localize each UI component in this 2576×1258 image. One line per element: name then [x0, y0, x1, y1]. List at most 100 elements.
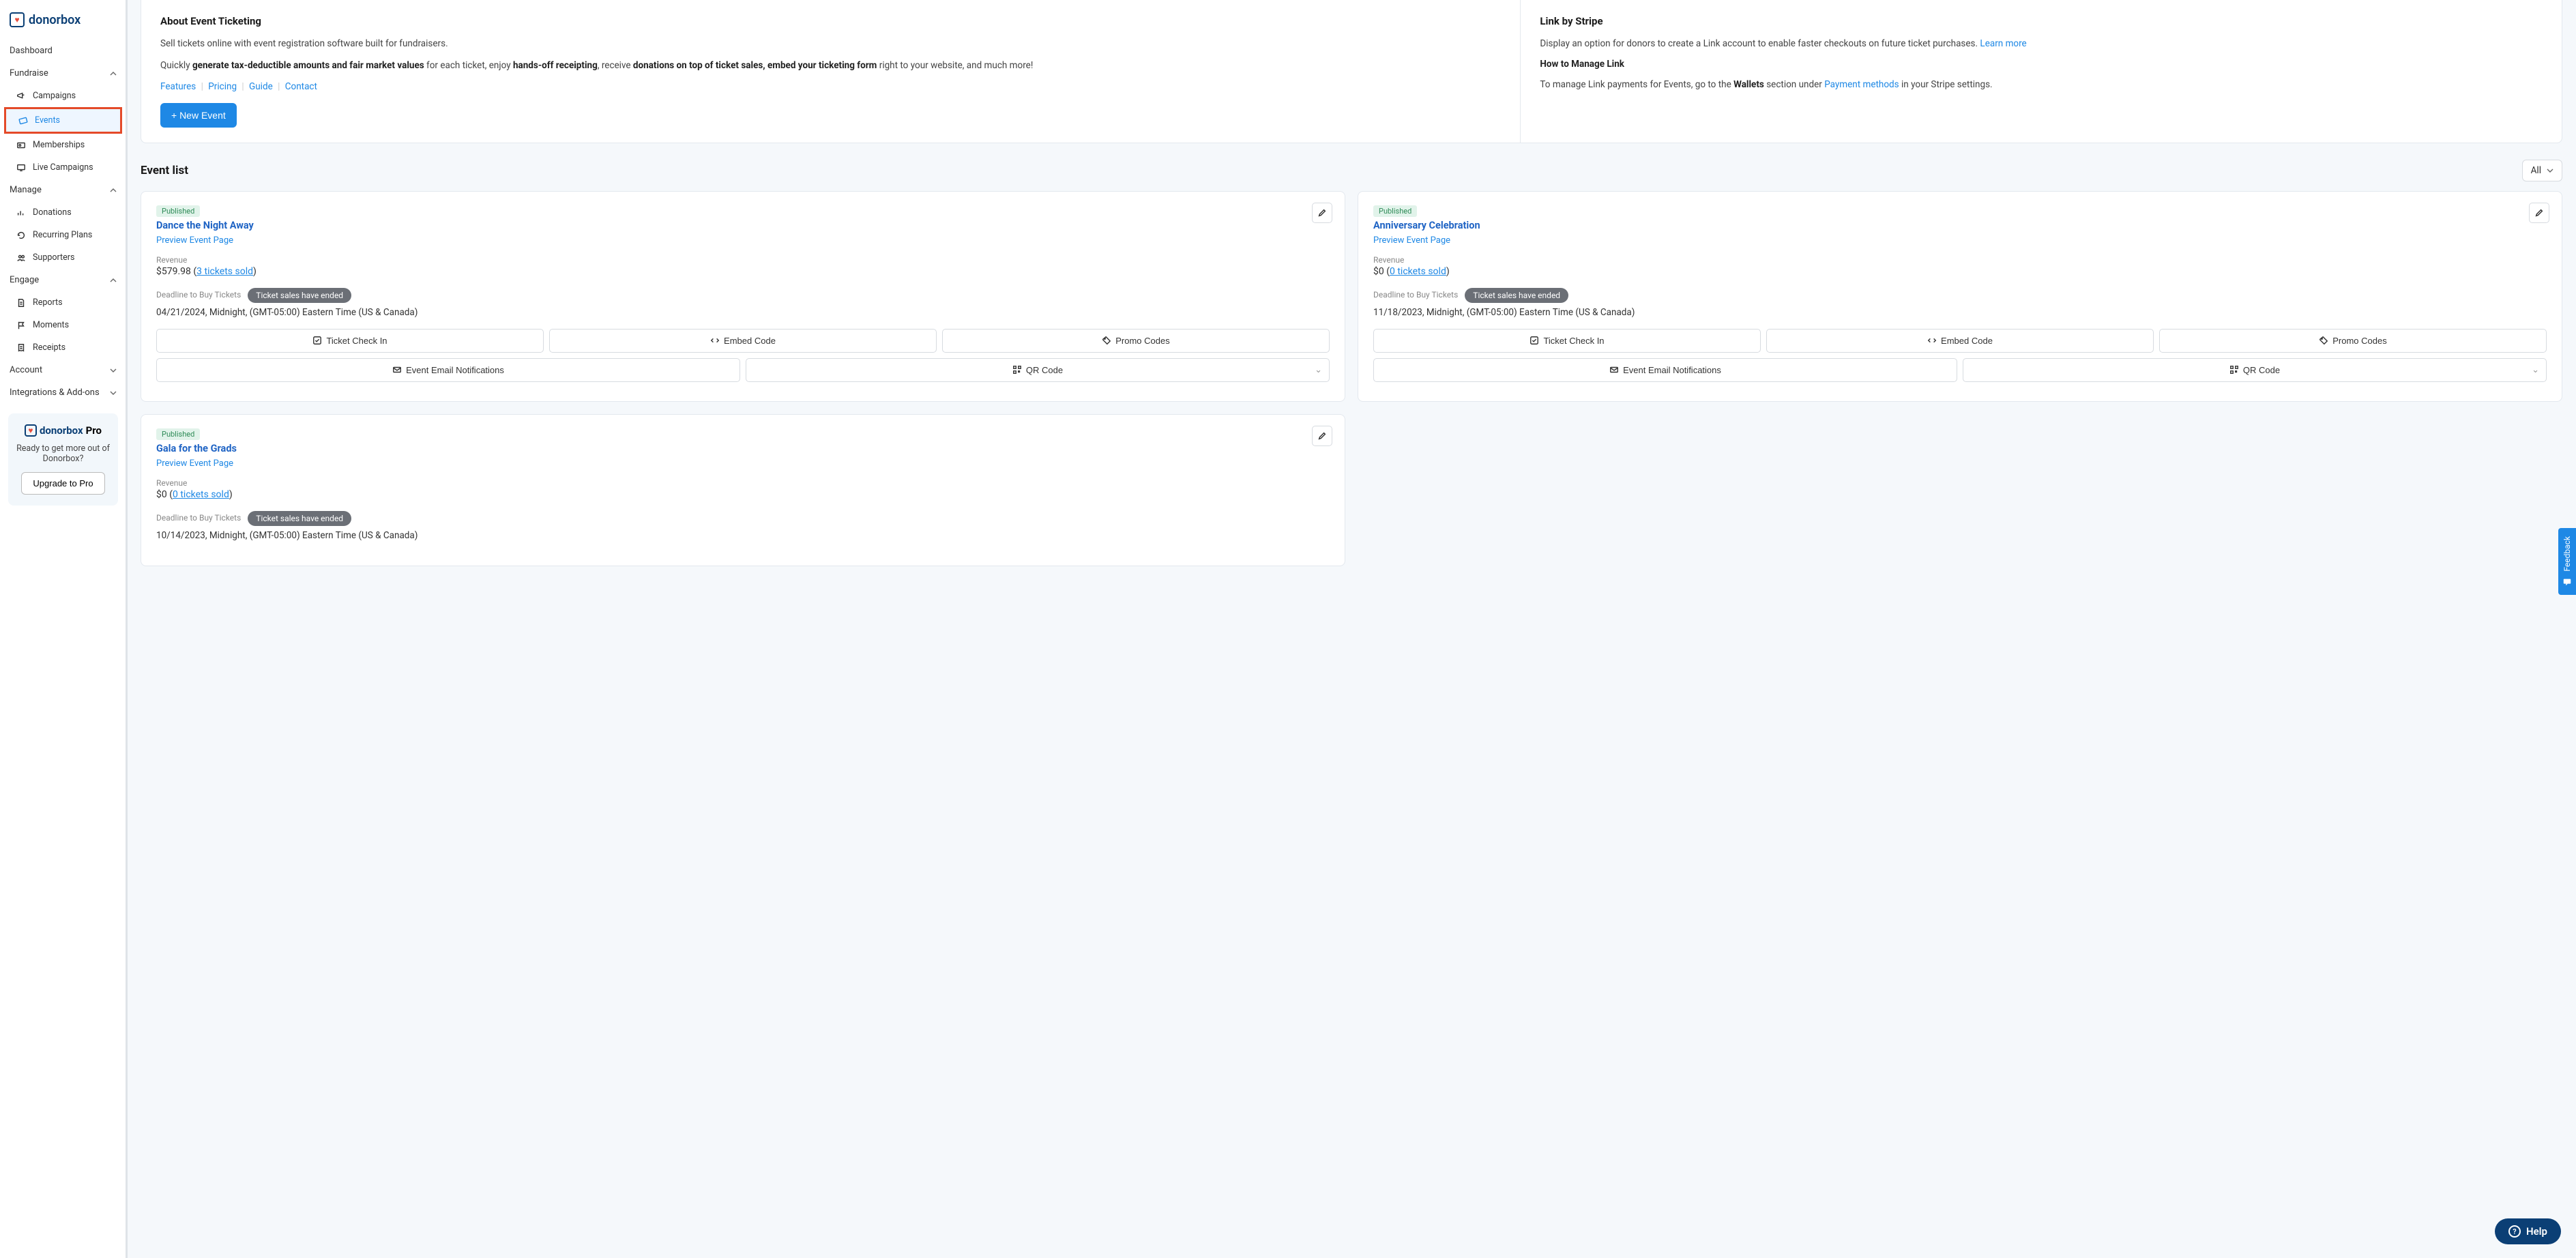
event-card: Published Anniversary Celebration Previe… [1358, 191, 2562, 402]
logo-mark-icon [25, 424, 37, 437]
about-panel: About Event Ticketing Sell tickets onlin… [141, 0, 1521, 143]
edit-button[interactable] [1312, 426, 1332, 446]
chevron-up-icon [110, 277, 117, 284]
event-grid: Published Dance the Night Away Preview E… [141, 191, 2562, 566]
tickets-sold-link[interactable]: 3 tickets sold [196, 266, 253, 277]
t: Quickly [160, 60, 192, 71]
contact-link[interactable]: Contact [285, 81, 317, 92]
l: Promo Codes [1115, 336, 1169, 346]
features-link[interactable]: Features [160, 81, 196, 92]
checkin-button[interactable]: Ticket Check In [1373, 329, 1761, 353]
nav-integrations[interactable]: Integrations & Add-ons [0, 381, 126, 404]
upgrade-button[interactable]: Upgrade to Pro [21, 472, 104, 495]
email-button[interactable]: Event Email Notifications [1373, 358, 1957, 382]
filter-dropdown[interactable]: All [2522, 160, 2562, 181]
code-icon [1927, 336, 1937, 345]
nav-moments[interactable]: Moments [0, 314, 126, 336]
link-p2: To manage Link payments for Events, go t… [1540, 78, 2543, 91]
nav-events[interactable]: Events [6, 109, 120, 132]
code-icon [710, 336, 720, 345]
learn-more-link[interactable]: Learn more [1980, 38, 2026, 49]
l: Promo Codes [2332, 336, 2386, 346]
sidebar: donorbox Dashboard Fundraise Campaigns E… [0, 0, 127, 1258]
nav-fundraise[interactable]: Fundraise [0, 62, 126, 85]
feedback-tab[interactable]: Feedback [2558, 528, 2576, 595]
nav-supporters[interactable]: Supporters [0, 246, 126, 269]
promo-logo: donorbox Pro [15, 424, 111, 437]
embed-button[interactable]: Embed Code [1766, 329, 2154, 353]
l: Embed Code [1941, 336, 1993, 346]
help-label: Help [2526, 1225, 2547, 1238]
amount: $0 [1373, 266, 1384, 277]
event-title[interactable]: Gala for the Grads [156, 443, 1330, 454]
check-icon [1530, 336, 1539, 345]
bars-icon [16, 208, 26, 218]
qr-button[interactable]: QR Code ⌄ [746, 358, 1330, 382]
help-button[interactable]: ? Help [2495, 1218, 2561, 1244]
promo-button[interactable]: Promo Codes [942, 329, 1330, 353]
nav-recurring-label: Recurring Plans [33, 230, 92, 240]
nav-dashboard[interactable]: Dashboard [0, 40, 126, 62]
event-card: Published Gala for the Grads Preview Eve… [141, 414, 1345, 566]
nav-manage[interactable]: Manage [0, 179, 126, 201]
t: generate tax-deductible amounts and fair… [192, 60, 424, 71]
preview-link[interactable]: Preview Event Page [156, 235, 1330, 246]
mail-icon [1609, 365, 1619, 375]
mail-icon [392, 365, 402, 375]
about-links: Features | Pricing | Guide | Contact [160, 81, 1501, 92]
chevron-down-icon: ⌄ [1315, 364, 1322, 375]
t: To manage Link payments for Events, go t… [1540, 79, 1733, 90]
about-p2: Quickly generate tax-deductible amounts … [160, 59, 1501, 72]
about-p1: Sell tickets online with event registrat… [160, 37, 1501, 50]
pricing-link[interactable]: Pricing [208, 81, 237, 92]
ended-badge: Ticket sales have ended [248, 511, 351, 526]
tickets-sold-link[interactable]: 0 tickets sold [173, 489, 229, 500]
new-event-button[interactable]: + New Event [160, 103, 237, 128]
nav-memberships[interactable]: Memberships [0, 134, 126, 156]
nav-reports[interactable]: Reports [0, 291, 126, 314]
pencil-icon [1317, 208, 1327, 218]
nav-account[interactable]: Account [0, 359, 126, 381]
preview-link[interactable]: Preview Event Page [1373, 235, 2547, 246]
payment-methods-link[interactable]: Payment methods [1824, 79, 1899, 90]
preview-link[interactable]: Preview Event Page [156, 458, 1330, 469]
feedback-label: Feedback [2562, 536, 2572, 572]
nav-fundraise-label: Fundraise [10, 68, 48, 78]
question-icon: ? [2508, 1225, 2521, 1238]
email-button[interactable]: Event Email Notifications [156, 358, 740, 382]
chevron-down-icon: ⌄ [2532, 364, 2539, 375]
deadline-label: Deadline to Buy Tickets [156, 513, 241, 523]
revenue-value: $0 (0 tickets sold) [1373, 266, 2547, 277]
nav-recurring[interactable]: Recurring Plans [0, 224, 126, 246]
embed-button[interactable]: Embed Code [549, 329, 937, 353]
t: donations on top of ticket sales, embed … [633, 60, 877, 71]
link-by-stripe-panel: Link by Stripe Display an option for don… [1521, 0, 2562, 143]
promo-card: donorbox Pro Ready to get more out of Do… [8, 413, 118, 506]
checkin-button[interactable]: Ticket Check In [156, 329, 544, 353]
filter-value: All [2531, 165, 2541, 176]
brand-logo[interactable]: donorbox [0, 10, 126, 40]
event-title[interactable]: Anniversary Celebration [1373, 220, 2547, 231]
nav-live-campaigns[interactable]: Live Campaigns [0, 156, 126, 179]
nav-manage-label: Manage [10, 185, 42, 195]
guide-link[interactable]: Guide [249, 81, 273, 92]
revenue-label: Revenue [1373, 255, 2547, 265]
qr-button[interactable]: QR Code ⌄ [1963, 358, 2547, 382]
main-content: About Event Ticketing Sell tickets onlin… [127, 0, 2576, 1258]
tickets-sold-link[interactable]: 0 tickets sold [1390, 266, 1446, 277]
l: QR Code [1026, 365, 1063, 375]
t: hands-off receipting [513, 60, 598, 71]
promo-text: Ready to get more out of Donorbox? [15, 443, 111, 464]
nav-receipts[interactable]: Receipts [0, 336, 126, 359]
nav-engage[interactable]: Engage [0, 269, 126, 291]
edit-button[interactable] [2529, 203, 2549, 223]
nav-campaigns[interactable]: Campaigns [0, 85, 126, 107]
l: QR Code [2243, 365, 2280, 375]
nav-donations-label: Donations [33, 207, 72, 218]
promo-button[interactable]: Promo Codes [2159, 329, 2547, 353]
deadline-text: 10/14/2023, Midnight, (GMT-05:00) Easter… [156, 530, 1330, 541]
deadline-text: 11/18/2023, Midnight, (GMT-05:00) Easter… [1373, 307, 2547, 318]
edit-button[interactable] [1312, 203, 1332, 223]
event-title[interactable]: Dance the Night Away [156, 220, 1330, 231]
nav-donations[interactable]: Donations [0, 201, 126, 224]
